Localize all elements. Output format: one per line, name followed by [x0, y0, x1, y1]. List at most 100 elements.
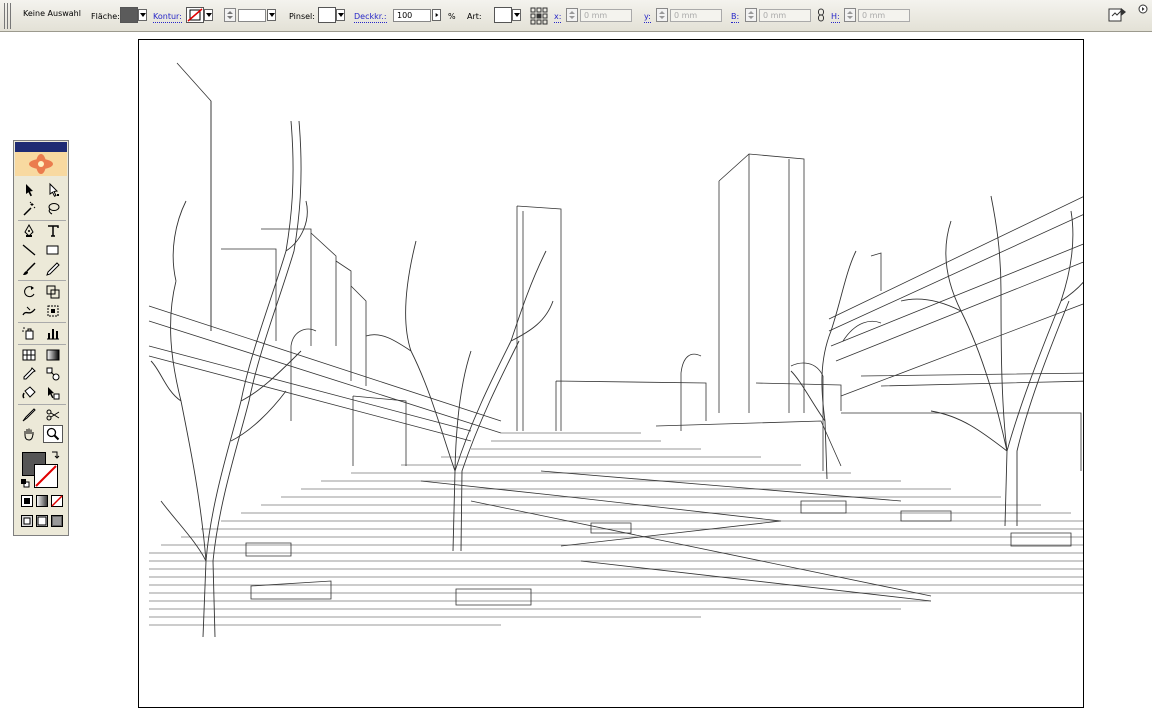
x-label[interactable]: x: [554, 12, 562, 23]
slice-tool[interactable] [19, 406, 39, 424]
stroke-weight-field[interactable] [238, 9, 266, 22]
y-field[interactable]: 0 mm [670, 9, 722, 22]
selection-status: Keine Auswahl [23, 9, 81, 18]
free-transform-icon [47, 305, 59, 317]
brush-dropdown[interactable] [336, 9, 345, 21]
graph-icon [47, 329, 59, 340]
line-icon [22, 244, 36, 256]
height-label[interactable]: H: [831, 12, 840, 23]
style-label: Art: [467, 12, 482, 21]
stroke-label[interactable]: Kontur: [153, 12, 182, 23]
brush-swatch[interactable] [318, 7, 336, 23]
opacity-flyout[interactable] [432, 9, 441, 21]
eyedropper-tool[interactable] [19, 365, 39, 383]
pen-tool[interactable] [19, 222, 39, 240]
line-segment-tool[interactable] [19, 241, 39, 259]
fill-dropdown[interactable] [138, 9, 147, 21]
direct-selection-tool[interactable] [43, 181, 63, 199]
fill-swatch[interactable] [120, 7, 138, 23]
color-icon[interactable] [21, 495, 33, 507]
column-graph-tool[interactable] [43, 324, 63, 342]
x-field[interactable]: 0 mm [580, 9, 632, 22]
chevron-down-icon [139, 13, 146, 17]
gradient-icon [46, 349, 60, 361]
height-stepper[interactable] [844, 8, 856, 22]
y-stepper[interactable] [656, 8, 668, 22]
stroke-weight-stepper[interactable] [224, 8, 236, 22]
scale-tool[interactable] [43, 283, 63, 301]
scale-icon [46, 285, 60, 299]
y-label[interactable]: y: [644, 12, 651, 23]
link-icon[interactable] [817, 8, 825, 22]
zoom-icon [46, 427, 60, 441]
magic-wand-tool[interactable] [19, 200, 39, 218]
swap-colors-icon[interactable] [50, 450, 60, 460]
x-stepper[interactable] [566, 8, 578, 22]
stroke-color-box[interactable] [34, 464, 58, 488]
chevron-down-icon [205, 13, 212, 17]
height-field[interactable]: 0 mm [858, 9, 910, 22]
reference-point-icon[interactable] [530, 7, 548, 25]
stroke-swatch[interactable] [186, 7, 204, 23]
rectangle-tool[interactable] [43, 241, 63, 259]
tools-panel-titlebar[interactable] [15, 142, 67, 152]
zoom-tool[interactable] [43, 425, 63, 443]
none-fill-icon[interactable] [51, 495, 63, 507]
default-colors-icon[interactable] [20, 478, 30, 488]
blend-tool[interactable] [43, 365, 63, 383]
control-bar-grip[interactable] [4, 3, 12, 29]
type-icon [48, 225, 59, 237]
scissors-tool[interactable] [43, 406, 63, 424]
no-color-icon [35, 465, 57, 487]
pencil-tool[interactable] [43, 260, 63, 278]
hand-tool[interactable] [19, 425, 39, 443]
paintbrush-tool[interactable] [19, 260, 39, 278]
document-setup-icon[interactable] [1108, 6, 1128, 24]
stepper-icon [569, 11, 575, 19]
symbol-sprayer-tool[interactable] [19, 324, 39, 342]
control-bar: Keine Auswahl Fläche: Kontur: Pinsel: De… [0, 0, 1152, 32]
chevron-right-icon [435, 13, 438, 17]
selection-tool[interactable] [19, 181, 39, 199]
pen-icon [24, 223, 34, 237]
width-field[interactable]: 0 mm [759, 9, 811, 22]
lasso-tool[interactable] [43, 200, 63, 218]
live-paint-bucket-tool[interactable] [19, 384, 39, 402]
width-stepper[interactable] [745, 8, 757, 22]
standard-screen-mode-icon[interactable] [21, 515, 33, 527]
flyout-menu-icon[interactable] [1138, 4, 1148, 14]
direct-selection-icon [49, 182, 59, 197]
opacity-label[interactable]: Deckkr.: [354, 12, 387, 23]
symbol-sprayer-icon [22, 327, 34, 340]
gradient-fill-icon[interactable] [36, 495, 48, 507]
full-screen-menu-mode-icon[interactable] [36, 515, 48, 527]
live-paint-selection-tool[interactable] [43, 384, 63, 402]
free-transform-tool[interactable] [43, 302, 63, 320]
hand-icon [24, 428, 34, 441]
blend-icon [46, 367, 60, 381]
rectangle-icon [46, 245, 59, 255]
artboard[interactable] [138, 39, 1084, 708]
brush-label: Pinsel: [289, 12, 315, 21]
stepper-icon [659, 11, 665, 19]
stroke-weight-dropdown[interactable] [267, 9, 276, 21]
line-drawing [148, 62, 1083, 638]
stroke-dropdown[interactable] [204, 9, 213, 21]
app-logo [15, 152, 67, 176]
gradient-tool[interactable] [43, 346, 63, 364]
scissors-icon [46, 409, 60, 421]
chevron-down-icon [513, 13, 520, 17]
warp-tool[interactable] [19, 302, 39, 320]
full-screen-mode-icon[interactable] [51, 515, 63, 527]
color-mode-buttons [21, 495, 63, 509]
style-dropdown[interactable] [512, 9, 521, 21]
width-label[interactable]: B: [731, 12, 740, 23]
opacity-field[interactable]: 100 [393, 9, 431, 22]
style-swatch[interactable] [494, 7, 512, 23]
mesh-tool[interactable] [19, 346, 39, 364]
rotate-tool[interactable] [19, 283, 39, 301]
screen-mode-buttons [21, 515, 63, 529]
stepper-icon [847, 11, 853, 19]
type-tool[interactable] [43, 222, 63, 240]
lasso-icon [48, 203, 60, 215]
